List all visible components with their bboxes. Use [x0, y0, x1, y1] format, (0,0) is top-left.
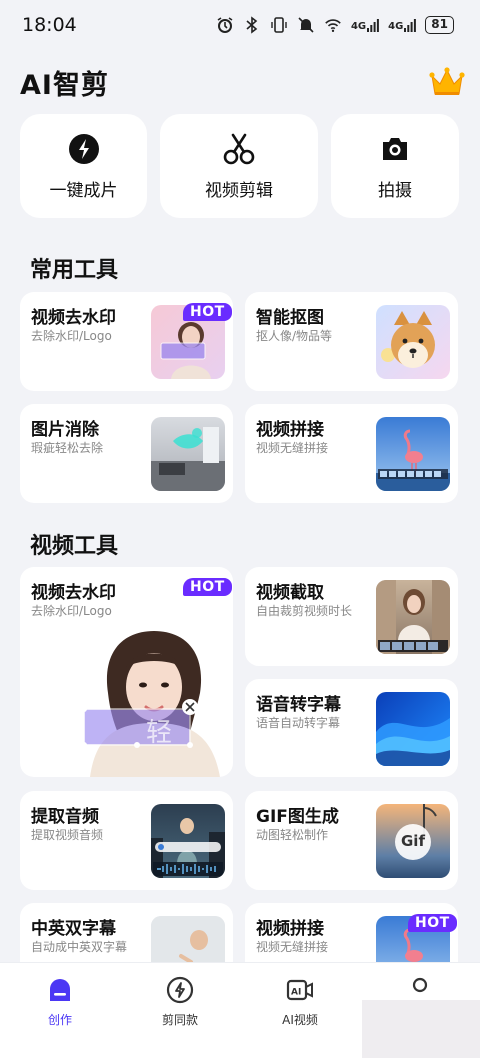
tool-title: 中英双字幕	[31, 919, 116, 939]
wifi-icon	[324, 16, 342, 34]
tool-title: 视频拼接	[256, 420, 324, 440]
nav-label: 剪同款	[161, 1013, 198, 1027]
corner-overlay	[362, 1000, 480, 1058]
tool-title: 智能抠图	[256, 308, 324, 328]
tool-card-smart-cutout[interactable]: 智能抠图 抠人像/物品等	[245, 292, 458, 391]
city-audio-thumb	[151, 804, 225, 878]
tool-subtitle: 自动成中英双字幕	[31, 940, 128, 954]
quick-action-label: 拍摄	[378, 180, 412, 201]
tool-title: 视频截取	[256, 583, 324, 603]
quick-action-video-edit[interactable]: 视频剪辑	[160, 114, 318, 218]
gif-label: Gif	[401, 832, 425, 850]
tool-subtitle: 视频无缝拼接	[256, 441, 329, 455]
signal-icon: 4G	[350, 18, 380, 32]
hot-badge: HOT	[408, 914, 457, 932]
quick-action-label: 视频剪辑	[205, 180, 273, 201]
mute-icon	[297, 16, 315, 34]
network-1-label: 4G	[350, 21, 367, 32]
nav-item-ai-video[interactable]: AI AI视频	[240, 975, 360, 1028]
svg-text:AI: AI	[291, 988, 301, 998]
tool-subtitle: 提取视频音频	[31, 828, 104, 842]
app-header: AI智剪	[20, 60, 466, 104]
quick-action-one-click[interactable]: 一键成片	[20, 114, 147, 218]
alarm-icon	[216, 16, 234, 34]
vibrate-icon	[270, 16, 288, 34]
scissors-icon	[223, 133, 255, 164]
status-time: 18:04	[22, 14, 77, 36]
shiba-dog-thumb	[376, 305, 450, 379]
nav-item-template[interactable]: 剪同款	[120, 975, 240, 1028]
tool-card-video-remove-watermark[interactable]: 视频去水印 去除水印/Logo HOT 轻	[20, 567, 233, 777]
tool-card-image-erase[interactable]: 图片消除 瑕疵轻松去除	[20, 404, 233, 503]
tool-title: 视频拼接	[256, 919, 324, 939]
gif-thumb: Gif	[376, 804, 450, 878]
street-girl-thumb	[376, 580, 450, 654]
tool-subtitle: 抠人像/物品等	[256, 329, 333, 343]
quick-action-shoot[interactable]: 拍摄	[331, 114, 459, 218]
camera-icon	[383, 137, 407, 160]
tool-card-gif-maker[interactable]: GIF图生成 动图轻松制作 Gif	[245, 791, 458, 890]
crown-icon[interactable]	[428, 66, 466, 98]
room-erase-thumb	[151, 417, 225, 491]
nav-label: AI视频	[282, 1013, 318, 1027]
network-2-label: 4G	[388, 21, 404, 32]
tool-title: 语音转字幕	[256, 695, 341, 715]
tool-title: 提取音频	[31, 807, 99, 827]
tool-card-extract-audio[interactable]: 提取音频 提取视频音频	[20, 791, 233, 890]
tool-subtitle: 动图轻松制作	[256, 828, 329, 842]
lightning-icon	[68, 133, 99, 164]
nav-item-create[interactable]: 创作	[0, 975, 120, 1028]
tool-card-remove-watermark[interactable]: 视频去水印 去除水印/Logo HOT	[20, 292, 233, 391]
hot-badge: HOT	[183, 303, 232, 321]
tool-card-speech-to-subtitle[interactable]: 语音转字幕 语音自动转字幕	[245, 679, 458, 777]
nav-label: 创作	[47, 1013, 72, 1027]
tool-subtitle: 语音自动转字幕	[256, 716, 341, 730]
status-bar: 18:04 4G 4G 81	[0, 0, 480, 50]
flamingo-thumb	[376, 417, 450, 491]
tool-subtitle: 去除水印/Logo	[31, 604, 112, 618]
signal-icon: 4G	[388, 18, 417, 32]
ai-video-icon: AI	[286, 979, 313, 1001]
battery-icon: 81	[425, 16, 454, 34]
hot-badge: HOT	[183, 578, 232, 596]
bluetooth-icon	[243, 16, 261, 34]
tool-subtitle: 瑕疵轻松去除	[31, 441, 104, 455]
tool-subtitle: 视频无缝拼接	[256, 940, 329, 954]
template-icon	[166, 976, 194, 1004]
tool-card-video-merge[interactable]: 视频拼接 视频无缝拼接	[245, 404, 458, 503]
quick-action-label: 一键成片	[49, 180, 118, 201]
tool-subtitle: 自由裁剪视频时长	[256, 604, 353, 618]
tool-card-video-trim[interactable]: 视频截取 自由裁剪视频时长	[245, 567, 458, 666]
tool-title: 视频去水印	[31, 308, 116, 328]
create-icon	[50, 979, 70, 1001]
tool-subtitle: 去除水印/Logo	[31, 329, 112, 343]
tool-title: GIF图生成	[256, 807, 339, 827]
status-icons: 4G 4G 81	[216, 16, 454, 34]
portrait-thumb: 轻	[80, 619, 230, 777]
blue-waves-thumb	[376, 692, 450, 766]
watermark-overlay-text: 轻	[146, 718, 173, 748]
app-title: AI智剪	[20, 69, 109, 101]
tool-title: 图片消除	[31, 420, 99, 440]
tool-title: 视频去水印	[31, 583, 116, 603]
section-title-video-tools: 视频工具	[30, 534, 119, 559]
section-title-common-tools: 常用工具	[30, 258, 119, 283]
